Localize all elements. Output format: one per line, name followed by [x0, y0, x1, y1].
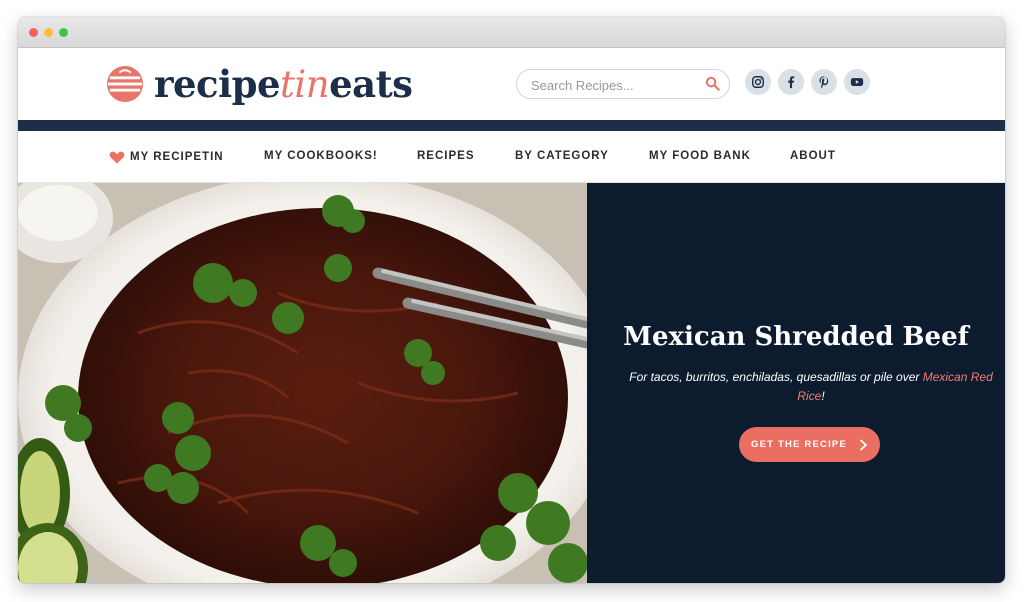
shredded-beef-photo	[18, 183, 587, 583]
pinterest-icon[interactable]	[811, 69, 837, 95]
hero-title: Mexican Shredded Beef	[623, 322, 969, 352]
search-box	[516, 69, 730, 99]
logo-wordmark: recipetineats	[154, 61, 413, 106]
cta-label: GET THE RECIPE	[751, 439, 847, 450]
close-window-button[interactable]	[29, 28, 38, 37]
hero-subtitle: For tacos, burritos, enchiladas, quesadi…	[625, 368, 997, 406]
hero-food-image[interactable]	[18, 183, 587, 583]
hero-subtitle-suffix: !	[821, 389, 825, 403]
nav-item-label: MY RECIPETIN	[130, 151, 224, 163]
nav-item-my-cookbooks[interactable]: MY COOKBOOKS!	[264, 150, 378, 162]
nav-item-recipes[interactable]: RECIPES	[417, 150, 475, 162]
get-the-recipe-button[interactable]: GET THE RECIPE	[739, 427, 880, 462]
instagram-icon[interactable]	[745, 69, 771, 95]
maximize-window-button[interactable]	[59, 28, 68, 37]
header-divider-bar	[18, 120, 1005, 131]
hero-subtitle-text: For tacos, burritos, enchiladas, quesadi…	[629, 370, 923, 384]
heart-icon	[109, 151, 125, 164]
hero-panel: Mexican Shredded Beef For tacos, burrito…	[587, 183, 1005, 583]
site-header: recipetineats	[18, 48, 1005, 120]
logo-icon	[106, 65, 144, 103]
nav-item-my-recipetin[interactable]: MY RECIPETIN	[109, 150, 224, 164]
window-titlebar	[18, 17, 1005, 48]
nav-item-about[interactable]: ABOUT	[790, 150, 836, 162]
chevron-right-icon	[860, 439, 867, 450]
youtube-icon[interactable]	[844, 69, 870, 95]
search-icon[interactable]	[705, 76, 720, 91]
search-input[interactable]	[529, 74, 703, 96]
browser-window: recipetineats MY RECIPETIN	[18, 17, 1005, 583]
nav-item-by-category[interactable]: BY CATEGORY	[515, 150, 609, 162]
main-navigation: MY RECIPETIN MY COOKBOOKS! RECIPES BY CA…	[18, 131, 1005, 183]
facebook-icon[interactable]	[778, 69, 804, 95]
minimize-window-button[interactable]	[44, 28, 53, 37]
site-logo[interactable]: recipetineats	[106, 60, 413, 108]
nav-item-my-food-bank[interactable]: MY FOOD BANK	[649, 150, 751, 162]
